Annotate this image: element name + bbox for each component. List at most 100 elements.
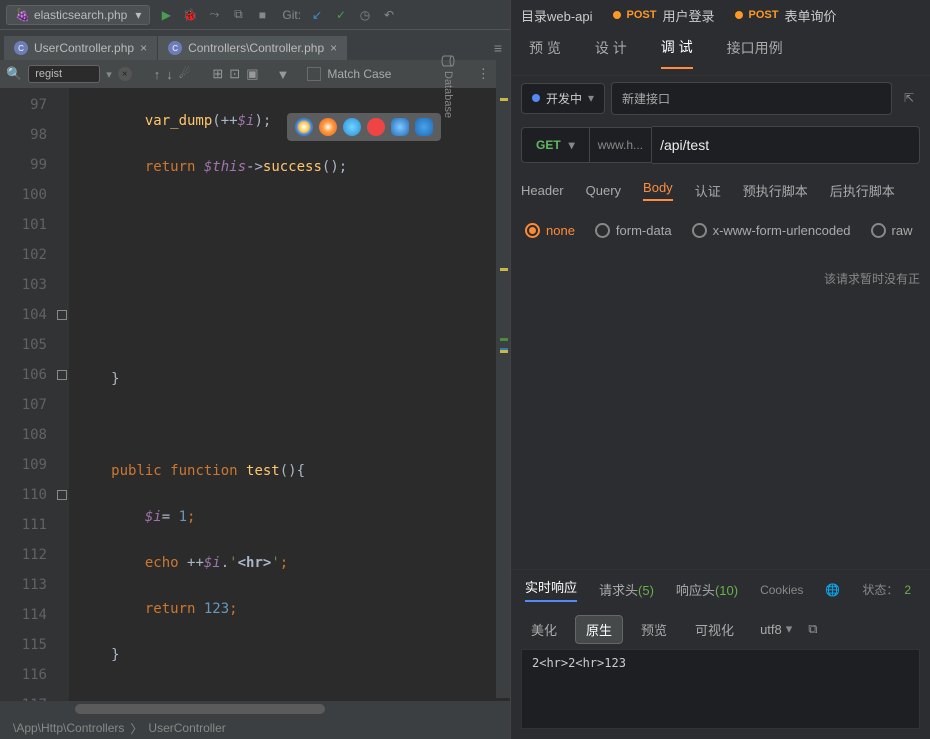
method-selector[interactable]: GET (521, 127, 590, 163)
body-raw[interactable]: raw (871, 223, 913, 238)
tab-controller[interactable]: C Controllers\Controller.php × (158, 36, 347, 60)
profile-icon[interactable]: ⧉ (230, 7, 246, 23)
response-body[interactable]: 2<hr>2<hr>123 (521, 649, 920, 729)
resp-req-headers[interactable]: 请求头(5) (599, 580, 654, 599)
run-icon[interactable]: ▶ (158, 7, 174, 23)
breadcrumb[interactable]: \App\Http\Controllers 〉 UserController (0, 717, 510, 739)
git-history-icon[interactable]: ◷ (357, 7, 373, 23)
tab-auth[interactable]: 认证 (695, 181, 721, 200)
edge-icon[interactable] (415, 118, 433, 136)
status-selector[interactable]: 开发中 ▾ (521, 83, 605, 114)
select-occurrences-icon[interactable]: ⊡ (229, 66, 240, 82)
breadcrumb-path[interactable]: \App\Http\Controllers (13, 721, 124, 735)
opera-icon[interactable] (367, 118, 385, 136)
database-tool-button[interactable]: Database (441, 55, 455, 118)
chrome-icon[interactable] (295, 118, 313, 136)
toggle-icon[interactable]: ▣ (246, 66, 258, 82)
editor-minimap[interactable] (496, 58, 510, 698)
resp-live[interactable]: 实时响应 (525, 577, 577, 602)
clear-search-icon[interactable]: × (118, 67, 132, 81)
git-pull-icon[interactable]: ↙ (309, 7, 325, 23)
fold-icon[interactable] (57, 490, 67, 500)
editor-area[interactable]: 97 98 99 100 101 102 103 104 105 106 107… (0, 88, 510, 701)
safari-icon[interactable] (343, 118, 361, 136)
status-label: 开发中 (546, 90, 582, 107)
tab-title: 用户登录 (662, 6, 714, 25)
run-config-selector[interactable]: 🍇 elasticsearch.php (6, 5, 150, 25)
request-tabs: Header Query Body 认证 预执行脚本 后执行脚本 (511, 170, 930, 210)
response-tabs: 实时响应 请求头(5) 响应头(10) Cookies 🌐 状态：2 (511, 569, 930, 609)
encoding-selector[interactable]: utf8 (752, 617, 800, 641)
firefox-icon[interactable] (319, 118, 337, 136)
tab-header[interactable]: Header (521, 183, 564, 198)
request-tab-1[interactable]: POST 用户登录 (613, 6, 715, 25)
url-row: GET www.h... /api/test (511, 120, 930, 170)
resp-resp-headers[interactable]: 响应头(10) (676, 580, 738, 599)
php-file-icon: 🍇 (15, 8, 30, 22)
path-input[interactable]: /api/test (652, 126, 920, 164)
tab-prescript[interactable]: 预执行脚本 (743, 181, 808, 200)
tab-title: 表单询价 (784, 6, 836, 25)
status-row: 开发中 ▾ 新建接口 ⇱ (511, 76, 930, 120)
body-none[interactable]: none (525, 223, 575, 238)
scrollbar-thumb[interactable] (75, 704, 325, 714)
tab-options-icon[interactable]: ≡ (486, 36, 510, 60)
ie-icon[interactable] (391, 118, 409, 136)
status-dot-icon (532, 94, 540, 102)
close-icon[interactable]: × (140, 41, 147, 55)
host-box[interactable]: www.h... (590, 127, 652, 163)
resp-beautify[interactable]: 美化 (521, 616, 567, 643)
radio-icon (692, 223, 707, 238)
resp-preview[interactable]: 预览 (631, 616, 677, 643)
response-toolbar: 美化 原生 预览 可视化 utf8 ⧉ (511, 609, 930, 649)
git-commit-icon[interactable]: ✓ (333, 7, 349, 23)
dir-tab[interactable]: 目录web-api (521, 6, 593, 25)
search-input[interactable] (28, 65, 100, 83)
request-tab-2[interactable]: POST 表单询价 (735, 6, 837, 25)
tab-usercontroller[interactable]: C UserController.php × (4, 36, 157, 60)
tab-query[interactable]: Query (586, 183, 621, 198)
close-icon[interactable]: × (330, 41, 337, 55)
resp-visual[interactable]: 可视化 (685, 616, 744, 643)
radio-icon (525, 223, 540, 238)
resp-raw[interactable]: 原生 (575, 615, 623, 644)
nav-examples[interactable]: 接口用例 (727, 38, 783, 68)
radio-icon (871, 223, 886, 238)
php-class-icon: C (168, 41, 182, 55)
nav-debug[interactable]: 调 试 (661, 37, 693, 69)
body-form-data[interactable]: form-data (595, 223, 672, 238)
copy-icon[interactable]: ⧉ (808, 621, 817, 637)
method-badge: POST (749, 9, 779, 21)
nav-design[interactable]: 设 计 (595, 38, 627, 68)
add-selection-icon[interactable]: ⊞ (212, 66, 223, 82)
select-all-icon[interactable]: ☄ (179, 66, 191, 82)
tab-label: Controllers\Controller.php (188, 41, 324, 55)
stop-icon[interactable]: ■ (254, 7, 270, 23)
breadcrumb-item[interactable]: UserController (148, 721, 225, 735)
editor-tabs: C UserController.php × C Controllers\Con… (0, 30, 510, 60)
coverage-icon[interactable]: ⤳ (206, 7, 222, 23)
more-icon[interactable]: ⋮ (477, 66, 490, 82)
next-match-icon[interactable]: ↓ (166, 67, 173, 82)
debug-icon[interactable]: 🐞 (182, 7, 198, 23)
nav-preview[interactable]: 预 览 (529, 38, 561, 68)
expand-editor-icon[interactable]: ⇱ (898, 85, 920, 111)
unsaved-dot-icon (613, 11, 621, 19)
git-revert-icon[interactable]: ↶ (381, 7, 397, 23)
database-icon (441, 55, 455, 67)
body-urlencoded[interactable]: x-www-form-urlencoded (692, 223, 851, 238)
fold-icon[interactable] (57, 370, 67, 380)
tab-body[interactable]: Body (643, 180, 673, 201)
radio-icon (595, 223, 610, 238)
name-input[interactable]: 新建接口 (611, 82, 892, 115)
match-case-checkbox[interactable] (307, 67, 321, 81)
empty-body-text: 该请求暂时没有正 (824, 270, 920, 287)
fold-icon[interactable] (57, 310, 67, 320)
prev-match-icon[interactable]: ↑ (154, 67, 161, 82)
body-empty-area: 该请求暂时没有正 (511, 250, 930, 569)
resp-cookies[interactable]: Cookies (760, 583, 803, 597)
tab-postscript[interactable]: 后执行脚本 (830, 181, 895, 200)
code-content[interactable]: var_dump(++$i); return $this->success();… (69, 88, 510, 701)
filter-icon[interactable]: ▼ (276, 67, 289, 82)
horizontal-scrollbar[interactable] (0, 701, 510, 717)
